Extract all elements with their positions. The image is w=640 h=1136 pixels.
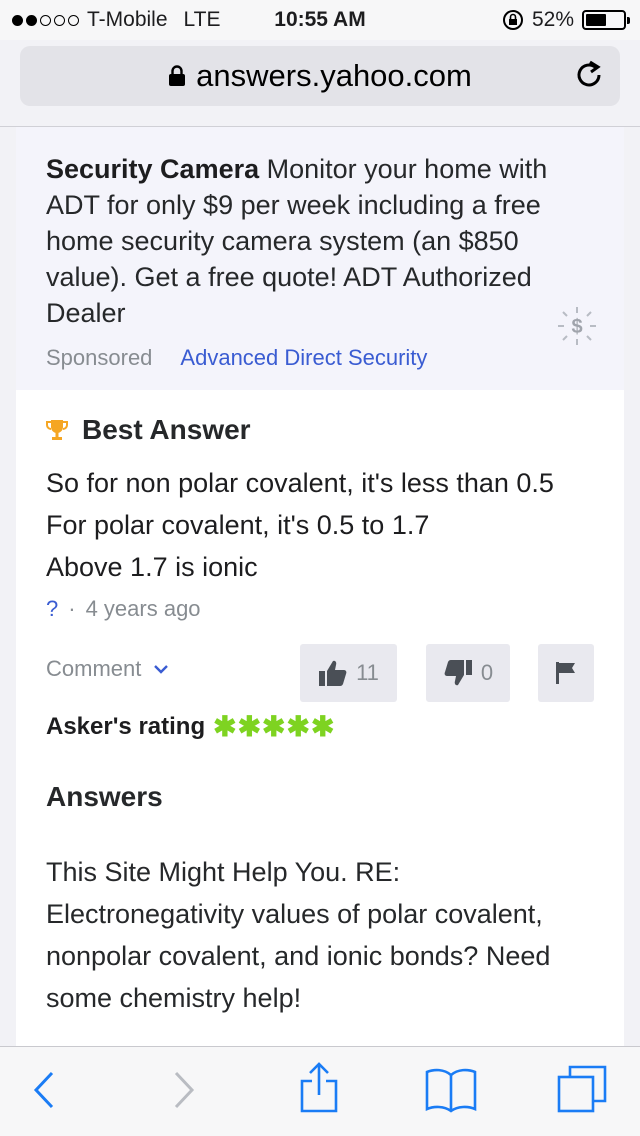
thumbs-up-icon: [319, 660, 347, 686]
asker-rating-label: Asker's rating: [46, 712, 206, 740]
thumbs-down-icon: [444, 660, 472, 686]
thumbs-down-count: 0: [480, 660, 494, 685]
address-bar[interactable]: answers.yahoo.com: [20, 46, 620, 106]
bookmarks-icon[interactable]: [424, 1067, 478, 1113]
ad-title[interactable]: Security Camera: [46, 154, 259, 184]
answer-author[interactable]: ?: [46, 596, 58, 622]
tabs-icon[interactable]: [556, 1063, 610, 1117]
best-answer-title: Best Answer: [82, 414, 251, 445]
ad-title-cutoff: [46, 137, 594, 147]
battery-icon: [582, 10, 630, 30]
best-answer-text: So for non polar covalent, it's less tha…: [46, 462, 594, 588]
forward-icon[interactable]: [168, 1067, 198, 1113]
back-icon[interactable]: [30, 1067, 60, 1113]
rating-stars: ✱✱✱✱✱: [213, 711, 336, 742]
best-answer-section: Best Answer So for non polar covalent, i…: [16, 390, 624, 1019]
answer-line: So for non polar covalent, it's less tha…: [46, 468, 554, 498]
advertiser-link[interactable]: Advanced Direct Security: [180, 345, 427, 371]
asker-rating: Asker's rating ✱✱✱✱✱: [46, 710, 594, 743]
comment-button[interactable]: Comment: [46, 656, 169, 682]
url-text: answers.yahoo.com: [196, 58, 472, 93]
thumbs-down-button[interactable]: 0: [426, 644, 510, 702]
ad-body[interactable]: Security Camera Monitor your home with A…: [46, 151, 594, 331]
browser-toolbar: [0, 1046, 640, 1136]
ad-meta: Sponsored Advanced Direct Security: [46, 345, 594, 371]
answer-snippet: This Site Might Help You. RE: Electroneg…: [46, 857, 551, 1013]
best-answer-header: Best Answer: [46, 414, 594, 446]
trophy-icon: [46, 420, 68, 440]
sponsored-dollar-icon[interactable]: $: [556, 305, 598, 347]
reload-icon[interactable]: [572, 58, 606, 92]
status-bar: T-Mobile LTE 10:55 AM 52%: [0, 0, 640, 40]
chevron-down-icon: [154, 665, 169, 674]
svg-text:$: $: [571, 316, 582, 338]
report-flag-button[interactable]: [538, 644, 594, 702]
meta-separator: ·: [68, 596, 76, 621]
thumbs-up-button[interactable]: 11: [300, 644, 397, 702]
answers-heading: Answers: [46, 781, 163, 812]
answer-line: Above 1.7 is ionic: [46, 552, 258, 582]
status-right: 52%: [502, 8, 630, 32]
answer-line: For polar covalent, it's 0.5 to 1.7: [46, 510, 430, 540]
answer-actions: Comment 11 0: [46, 644, 594, 702]
page-content[interactable]: Security Camera Monitor your home with A…: [16, 127, 624, 1047]
sponsored-ad[interactable]: Security Camera Monitor your home with A…: [16, 127, 624, 390]
thumbs-up-count: 11: [356, 660, 379, 685]
sponsored-label: Sponsored: [46, 345, 153, 370]
answer-time: 4 years ago: [85, 596, 201, 621]
flag-icon: [556, 662, 575, 684]
answer-meta: ? · 4 years ago: [46, 596, 594, 622]
share-icon[interactable]: [298, 1061, 340, 1115]
battery-percent: 52%: [531, 8, 574, 31]
rotation-lock-icon: [502, 10, 523, 30]
comment-label: Comment: [46, 656, 142, 681]
lock-icon: [169, 65, 186, 86]
